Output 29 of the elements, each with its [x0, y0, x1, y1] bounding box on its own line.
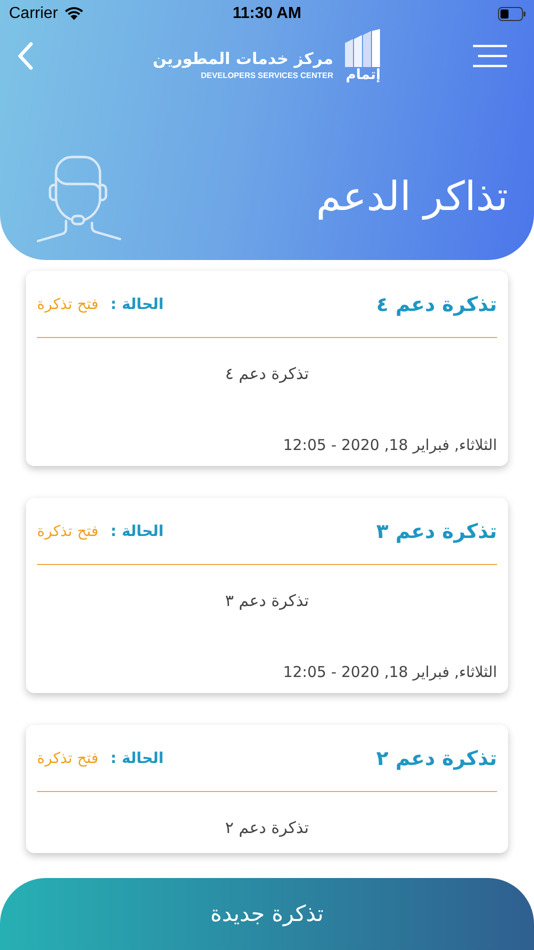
- ticket-title: تذكرة دعم ٤: [376, 292, 497, 316]
- clock-time: 11:30 AM: [232, 5, 302, 23]
- status-value: فتح تذكرة: [37, 749, 98, 767]
- status-label: الحالة :: [110, 749, 164, 767]
- ticket-card[interactable]: تذكرة دعم ٣ الحالة : فتح تذكرة تذكرة دعم ٣ الثلاثاء, فبراير 18, 2020 - 12:05: [26, 498, 508, 693]
- wifi-icon: [64, 7, 84, 21]
- carrier-label: Carrier: [9, 5, 58, 23]
- ticket-date: الثلاثاء, فبراير 18, 2020 - 12:05: [282, 663, 497, 681]
- ticket-description: تذكرة دعم ٣: [224, 591, 310, 610]
- status-label: الحالة :: [110, 295, 164, 313]
- buildings-icon: [345, 29, 382, 67]
- page-title: تذاكر الدعم: [316, 174, 508, 220]
- ticket-card[interactable]: تذكرة دعم ٤ الحالة : فتح تذكرة تذكرة دعم ٤ الثلاثاء, فبراير 18, 2020 - 12:05: [26, 271, 508, 466]
- ticket-description: تذكرة دعم ٢: [224, 818, 310, 837]
- new-ticket-button[interactable]: تذكرة جديدة: [0, 878, 534, 950]
- ticket-title: تذكرة دعم ٣: [376, 519, 497, 543]
- logo-brand-text: إتمام: [346, 67, 381, 83]
- ticket-card[interactable]: تذكرة دعم ٢ الحالة : فتح تذكرة تذكرة دعم ٢: [26, 725, 508, 853]
- ticket-description: تذكرة دعم ٤: [224, 364, 310, 383]
- ticket-date: الثلاثاء, فبراير 18, 2020 - 12:05: [282, 436, 497, 454]
- logo-arabic-text: مركز خدمات المطورين: [152, 49, 334, 69]
- status-value: فتح تذكرة: [37, 522, 98, 540]
- back-button[interactable]: [16, 41, 34, 71]
- status-label: الحالة :: [110, 522, 164, 540]
- battery-icon: [498, 7, 526, 21]
- logo-english-text: DEVELOPERS SERVICES CENTER: [200, 70, 334, 82]
- status-value: فتح تذكرة: [37, 295, 98, 313]
- ticket-title: تذكرة دعم ٢: [376, 746, 497, 770]
- menu-button[interactable]: [472, 44, 508, 68]
